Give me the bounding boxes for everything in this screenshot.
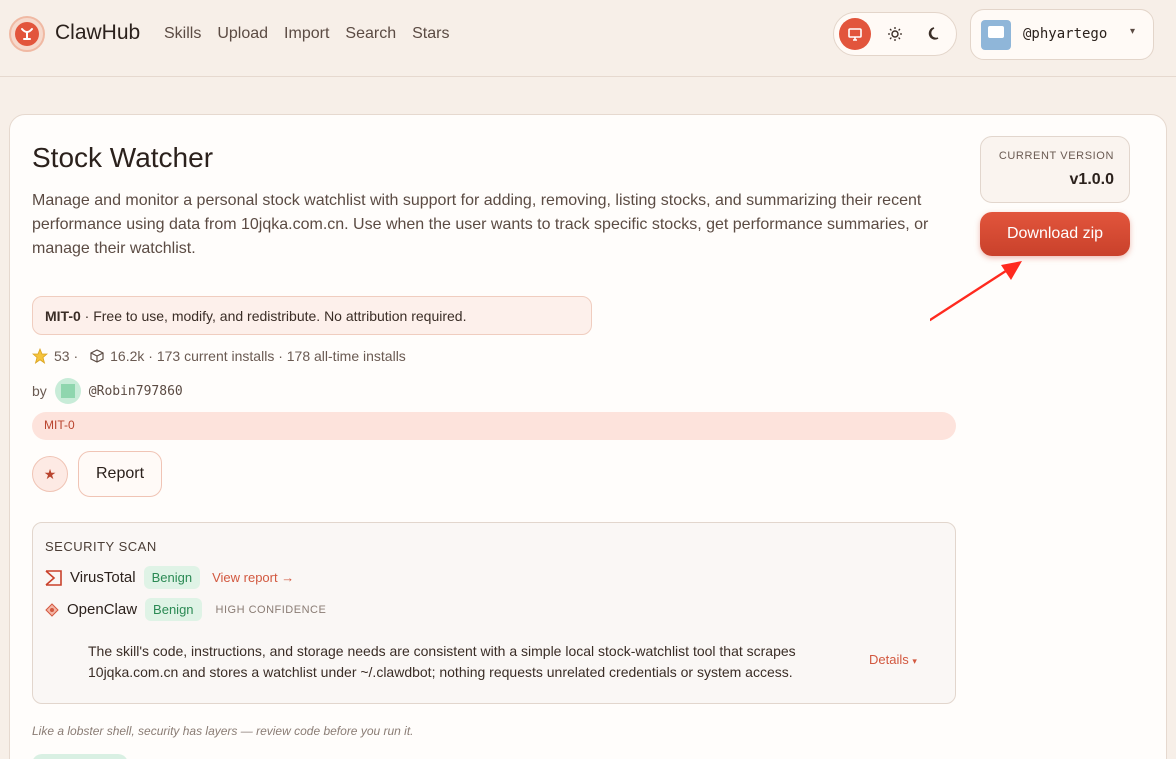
virustotal-row: VirusTotal Benign View report →: [45, 566, 294, 589]
install-stats: 16.2k · 173 current installs · 178 all-t…: [110, 348, 406, 364]
bottom-badge: [32, 754, 128, 759]
license-notice: MIT-0 · Free to use, modify, and redistr…: [32, 296, 592, 335]
skill-card: Stock Watcher Manage and monitor a perso…: [9, 114, 1167, 759]
star-icon: [32, 348, 48, 364]
username: @phyartego: [1023, 26, 1108, 42]
scan-summary: The skill's code, instructions, and stor…: [88, 643, 796, 680]
security-scan-panel: SECURITY SCAN VirusTotal Benign View rep…: [32, 522, 956, 704]
sun-icon[interactable]: [879, 18, 911, 50]
theme-switcher: [833, 12, 957, 56]
nav-import[interactable]: Import: [284, 25, 329, 43]
openclaw-status-badge: Benign: [145, 598, 202, 621]
openclaw-label: OpenClaw: [67, 601, 138, 618]
view-report-link[interactable]: View report →: [212, 570, 294, 585]
security-footnote: Like a lobster shell, security has layer…: [32, 724, 414, 738]
license-tag: MIT-0: [32, 412, 956, 440]
virustotal-label: VirusTotal: [70, 569, 136, 586]
lobster-logo-icon[interactable]: [9, 16, 45, 52]
download-zip-button[interactable]: Download zip: [980, 212, 1130, 256]
chevron-down-icon: ▾: [912, 656, 917, 666]
main-nav: Skills Upload Import Search Stars: [164, 25, 449, 43]
page-title: Stock Watcher: [32, 142, 214, 173]
nav-skills[interactable]: Skills: [164, 25, 201, 43]
openclaw-icon: [45, 602, 59, 617]
author-row: by @Robin797860: [32, 378, 183, 404]
details-toggle[interactable]: Details ▾: [869, 652, 917, 667]
star-button[interactable]: ★: [32, 456, 68, 492]
author-handle[interactable]: @Robin797860: [89, 384, 183, 399]
chevron-down-icon: ▾: [1130, 26, 1136, 37]
nav-stars[interactable]: Stars: [412, 25, 449, 43]
package-icon: [90, 349, 104, 363]
nav-search[interactable]: Search: [345, 25, 396, 43]
license-name: MIT-0: [45, 308, 81, 324]
user-menu[interactable]: @phyartego ▾: [970, 9, 1154, 60]
monitor-icon[interactable]: [839, 18, 871, 50]
brand-name[interactable]: ClawHub: [55, 21, 140, 45]
virustotal-status-badge: Benign: [143, 566, 201, 589]
version-value: v1.0.0: [1069, 171, 1114, 188]
details-label: Details: [869, 652, 909, 667]
skill-description: Manage and monitor a personal stock watc…: [32, 192, 929, 257]
annotation-arrow-icon: [930, 261, 1022, 322]
confidence-label: HIGH CONFIDENCE: [215, 603, 327, 616]
virustotal-icon: [45, 569, 62, 586]
version-label: CURRENT VERSION: [998, 150, 1114, 162]
top-header: ClawHub Skills Upload Import Search Star…: [0, 0, 1176, 77]
license-text: · Free to use, modify, and redistribute.…: [80, 308, 467, 324]
skill-stats: 53 · 16.2k · 173 current installs · 178 …: [32, 348, 406, 364]
star-count: 53 ·: [54, 348, 79, 364]
avatar: [981, 20, 1011, 50]
nav-upload[interactable]: Upload: [217, 25, 268, 43]
report-button[interactable]: Report: [78, 451, 162, 497]
by-label: by: [32, 383, 47, 399]
openclaw-row: OpenClaw Benign HIGH CONFIDENCE: [45, 598, 326, 621]
author-avatar[interactable]: [54, 378, 81, 404]
current-version-box: CURRENT VERSION v1.0.0: [980, 136, 1130, 203]
security-scan-title: SECURITY SCAN: [45, 539, 157, 554]
moon-icon[interactable]: [919, 18, 951, 50]
